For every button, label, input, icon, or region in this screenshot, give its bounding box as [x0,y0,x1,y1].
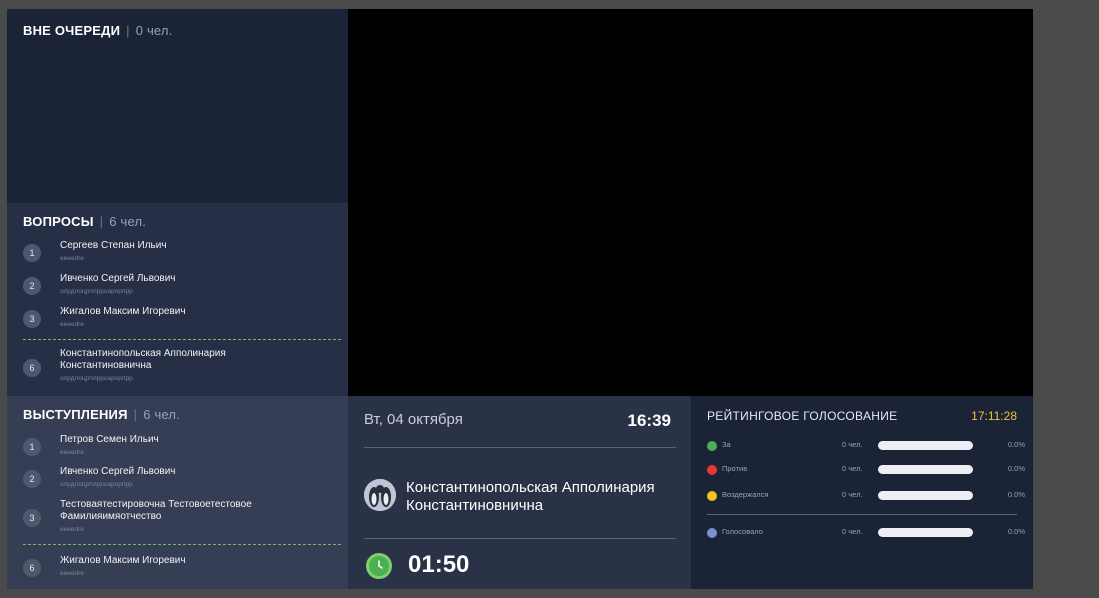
avatar [364,479,396,511]
questions-count: 6 чел. [109,214,147,229]
vote-row-voted: Голосовало 0 чел. 0.0% [707,526,1025,540]
list-item[interactable]: 2 Ивченко Сергей Львович олрдлоцрплрроар… [23,273,343,303]
vote-count: 0 чел. [842,464,863,473]
speeches-title: ВЫСТУПЛЕНИЯ [23,407,128,422]
questions-panel: ВОПРОСЫ | 6 чел. 1 Сергеев Степан Ильич ee… [7,203,348,396]
vote-bar [878,528,973,537]
participant-name: Жигалов Максим Игоревич [60,555,186,566]
queue-number: 3 [23,310,41,328]
participant-name: Петров Семен Ильич [60,434,159,445]
participant-subtitle: олрдлоцрплрроарорпрр [60,481,133,488]
queue-number: 3 [23,509,41,527]
header-separator: | [133,407,138,422]
vote-bar [878,441,973,450]
speeches-header: ВЫСТУПЛЕНИЯ | 6 чел. [23,407,180,422]
speeches-panel: ВЫСТУПЛЕНИЯ | 6 чел. 1 Петров Семен Ильич … [7,396,348,589]
priority-header: ВНЕ ОЧЕРЕДИ | 0 чел. [23,23,173,38]
vote-percent: 0.0% [1007,440,1025,449]
list-item[interactable]: 6 Жигалов Максим Игоревич eeeedre [23,555,343,585]
queue-number: 6 [23,559,41,577]
participant-subtitle: eeeedre [60,255,84,262]
list-item[interactable]: 1 Сергеев Степан Ильич eeeedre [23,240,343,270]
queue-number: 2 [23,277,41,295]
participant-name: Ивченко Сергей Львович [60,466,176,477]
participant-subtitle: олрдлоцрплрроарорпрр [60,375,133,382]
vote-label: Голосовало [722,527,763,536]
rating-vote-panel: РЕЙТИНГОВОЕ ГОЛОСОВАНИЕ 17:11:28 За 0 че… [691,396,1033,589]
participant-subtitle: eeeedre [60,526,84,533]
status-dot [707,491,717,501]
list-item[interactable]: 3 Тестоваятестировочна Тестовоетестовое … [23,499,343,539]
participant-subtitle: eeeedre [60,449,84,456]
participant-name: Константинопольская Апполинария Констант… [60,348,226,371]
participant-subtitle: олрдлоцрплрроарорпрр [60,288,133,295]
vote-clock: 17:11:28 [971,409,1017,423]
participant-name: Ивченко Сергей Львович [60,273,176,284]
divider [364,447,676,448]
clock-icon [366,553,392,579]
queue-number: 2 [23,470,41,488]
participant-name: Тестоваятестировочна Тестовоетестовое Фа… [60,499,252,522]
current-speaker-panel: Вт, 04 октября 16:39 Константинопольская… [348,396,691,589]
penguin-icon [364,479,396,511]
queue-number: 6 [23,359,41,377]
vote-bar [878,465,973,474]
priority-queue-panel: ВНЕ ОЧЕРЕДИ | 0 чел. [7,9,348,203]
queue-divider [23,339,341,340]
divider [364,538,676,539]
queue-number: 1 [23,438,41,456]
vote-row-for: За 0 чел. 0.0% [707,439,1025,453]
vote-label: Против [722,464,748,473]
vote-title: РЕЙТИНГОВОЕ ГОЛОСОВАНИЕ [707,409,898,423]
current-speaker-name: Константинопольская Апполинария Констант… [406,479,655,514]
speeches-count: 6 чел. [143,407,181,422]
vote-row-abstain: Воздержался 0 чел. 0.0% [707,489,1025,503]
vote-label: Воздержался [722,490,769,499]
participant-subtitle: eeeedre [60,570,84,577]
queue-divider [23,544,341,545]
participant-name: Сергеев Степан Ильич [60,240,167,251]
list-item[interactable]: 1 Петров Семен Ильич eeeedre [23,434,343,464]
questions-title: ВОПРОСЫ [23,214,94,229]
video-area [348,9,1033,396]
header-separator: | [99,214,104,229]
vote-label: За [722,440,731,449]
vote-bar [878,491,973,500]
status-dot [707,528,717,538]
vote-count: 0 чел. [842,440,863,449]
vote-count: 0 чел. [842,490,863,499]
current-time: 16:39 [627,411,671,430]
header-separator: | [126,23,130,38]
participant-name: Жигалов Максим Игоревич [60,306,186,317]
vote-count: 0 чел. [842,527,863,536]
questions-header: ВОПРОСЫ | 6 чел. [23,214,146,229]
queue-number: 1 [23,244,41,262]
vote-percent: 0.0% [1007,490,1025,499]
list-item[interactable]: 2 Ивченко Сергей Львович олрдлоцрплрроар… [23,466,343,496]
divider [707,514,1017,515]
participant-subtitle: eeeedre [60,321,84,328]
status-dot [707,441,717,451]
list-item[interactable]: 3 Жигалов Максим Игоревич eeeedre [23,306,343,336]
current-date: Вт, 04 октября [364,411,463,428]
vote-percent: 0.0% [1007,464,1025,473]
list-item[interactable]: 6 Константинопольская Апполинария Конста… [23,348,343,388]
priority-count: 0 чел. [135,23,173,38]
priority-title: ВНЕ ОЧЕРЕДИ [23,23,121,38]
speech-timer: 01:50 [408,551,470,578]
status-dot [707,465,717,475]
vote-row-against: Против 0 чел. 0.0% [707,463,1025,477]
vote-percent: 0.0% [1007,527,1025,536]
